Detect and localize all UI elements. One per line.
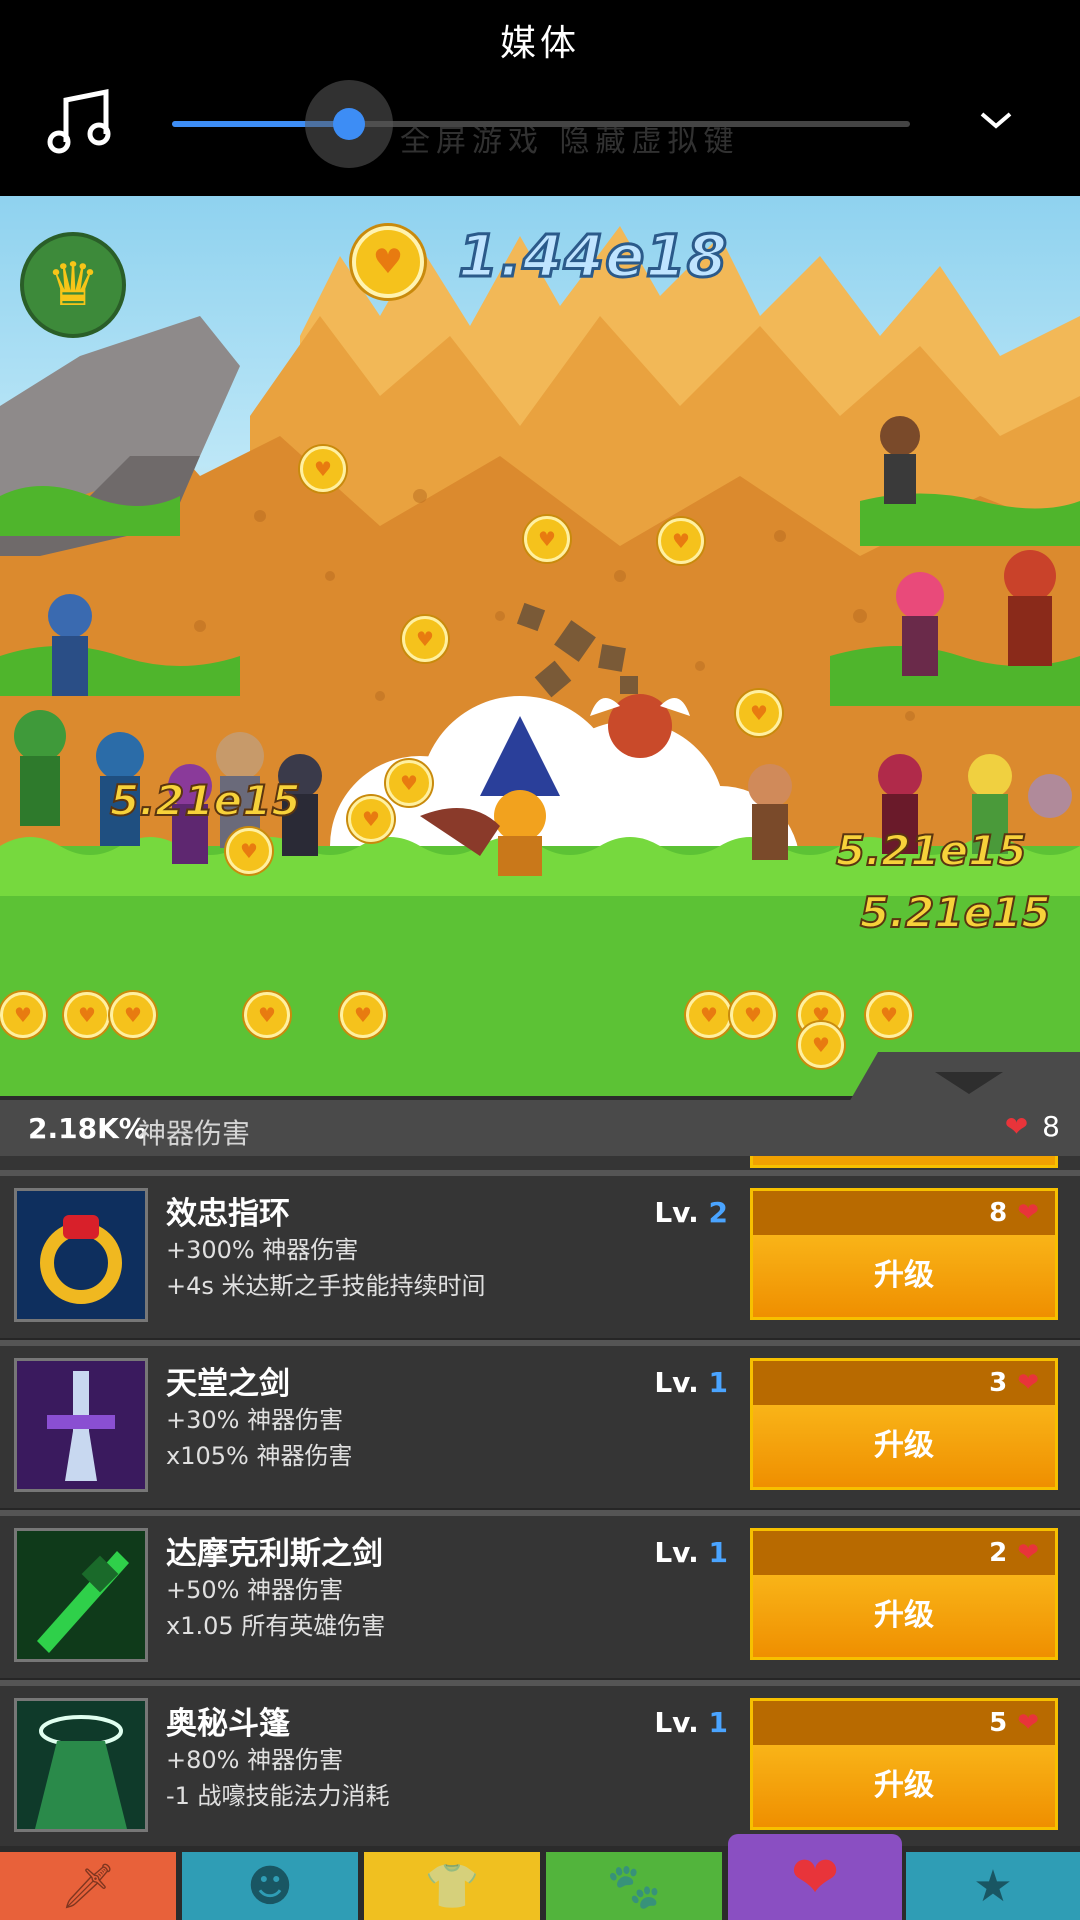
damage-popup: 5.21e15 [859,887,1052,938]
gold-coin-icon: ♥ [352,226,424,298]
artifact-effect: +80% 神器伤害 [166,1746,344,1774]
gold-coin[interactable]: ♥ [0,992,46,1038]
media-volume-panel: 媒体 全屏游戏 隐藏虚拟键 [0,0,1080,196]
upgrade-label: 升级 [753,1745,1055,1827]
volume-slider[interactable] [172,80,910,168]
crown-icon[interactable]: ♛ [20,232,126,338]
upgrade-button[interactable]: 3 ❤ 升级 [750,1358,1058,1490]
gold-coin[interactable]: ♥ [866,992,912,1038]
upgrade-cost: 2 ❤ [753,1531,1055,1575]
upgrade-cost: 3 ❤ [753,1361,1055,1405]
tab-heroes[interactable]: ☻ [182,1852,358,1920]
relic-heart-icon: ❤ [1017,1368,1039,1398]
damage-popup: 5.21e15 [109,775,302,826]
damage-popup: 5.21e15 [835,825,1028,876]
gold-coin[interactable]: ♥ [340,992,386,1038]
tab-shop[interactable]: ★ [906,1852,1080,1920]
pet-icon: 🐾 [606,1861,662,1912]
sword-artifact-icon [14,1358,148,1492]
artifact-summary-bar: 2.18K% 神器伤害 ❤ 8 [0,1100,1080,1156]
artifact-level: Lv. 2 [654,1196,728,1229]
canyon-background [0,226,1080,1096]
relic-count-value: 8 [1042,1110,1060,1143]
artifact-effect: x105% 神器伤害 [166,1442,353,1470]
artifact-row: 奥秘斗篷 +80% 神器伤害 -1 战嚎技能法力消耗 Lv. 1 5 ❤ 升级 [0,1680,1080,1846]
damocles-sword-icon [14,1528,148,1662]
upgrade-button[interactable]: 8 ❤ 升级 [750,1188,1058,1320]
gold-coin[interactable]: ♥ [736,690,782,736]
collapse-arrow-icon[interactable] [935,1072,1003,1094]
artifact-damage-label: 神器伤害 [138,1117,251,1150]
relic-heart-icon: ❤ [1017,1538,1039,1568]
artifact-effect: +50% 神器伤害 [166,1576,344,1604]
cloak-artifact-icon [14,1698,148,1832]
artifact-name: 奥秘斗篷 [166,1706,290,1742]
gold-coin[interactable]: ♥ [348,796,394,842]
artifact-name: 达摩克利斯之剑 [166,1536,383,1572]
tab-sword[interactable]: 🗡 [0,1852,176,1920]
gold-coin[interactable]: ♥ [402,616,448,662]
upgrade-button[interactable]: 2 ❤ 升级 [750,1528,1058,1660]
tab-pets[interactable]: 🐾 [546,1852,722,1920]
artifact-name: 天堂之剑 [166,1366,290,1402]
bottom-tab-bar: 🗡 ☻ 👕 🐾 ❤ ★ [0,1834,1080,1920]
upgrade-label: 升级 [753,1405,1055,1487]
relic-heart-icon: ❤ [1017,1708,1039,1738]
tab-artifacts[interactable]: ❤ [728,1834,902,1920]
gold-coin[interactable]: ♥ [686,992,732,1038]
gold-coin[interactable]: ♥ [300,446,346,492]
gold-coin[interactable]: ♥ [386,760,432,806]
tab-equipment[interactable]: 👕 [364,1852,540,1920]
upgrade-button-edge [750,1156,1058,1168]
relic-count: ❤ 8 [1005,1110,1060,1143]
star-icon: ★ [973,1860,1013,1912]
gold-coin[interactable]: ♥ [226,828,272,874]
gold-coin[interactable]: ♥ [524,516,570,562]
upgrade-button[interactable]: 5 ❤ 升级 [750,1698,1058,1830]
gold-coin[interactable]: ♥ [244,992,290,1038]
artifact-level: Lv. 1 [654,1366,728,1399]
list-item-partial [0,1156,1080,1170]
gold-coin[interactable]: ♥ [658,518,704,564]
artifact-effect: +4s 米达斯之手技能持续时间 [166,1272,486,1300]
artifact-name: 效忠指环 [166,1196,290,1232]
gold-amount: 1.44e18 [456,221,729,292]
artifact-effect: x1.05 所有英雄伤害 [166,1612,386,1640]
gold-coin[interactable]: ♥ [730,992,776,1038]
gold-coin[interactable]: ♥ [798,1022,844,1068]
gold-coin[interactable]: ♥ [110,992,156,1038]
ring-artifact-icon [14,1188,148,1322]
armor-icon: 👕 [424,1861,480,1912]
upgrade-label: 升级 [753,1235,1055,1317]
relic-heart-icon: ❤ [1017,1198,1039,1228]
volume-slider-thumb[interactable] [333,108,366,140]
artifact-heart-icon: ❤ [790,1843,840,1911]
artifact-row: 天堂之剑 +30% 神器伤害 x105% 神器伤害 Lv. 1 3 ❤ 升级 [0,1340,1080,1508]
artifact-level: Lv. 1 [654,1706,728,1739]
relic-heart-icon: ❤ [1004,1110,1029,1143]
artifact-effect: +30% 神器伤害 [166,1406,344,1434]
artifact-list[interactable]: 效忠指环 +300% 神器伤害 +4s 米达斯之手技能持续时间 Lv. 2 8 ❤… [0,1156,1080,1846]
game-scene[interactable]: ♛ ♥ 1.44e18 5.21e15 5.21e15 5.21e15 ♥ ♥ … [0,196,1080,1096]
hero-icon: ☻ [247,1860,293,1912]
artifact-level: Lv. 1 [654,1536,728,1569]
upgrade-cost: 8 ❤ [753,1191,1055,1235]
artifact-effect: +300% 神器伤害 [166,1236,359,1264]
music-note-icon [47,88,111,154]
artifact-effect: -1 战嚎技能法力消耗 [166,1782,390,1810]
gold-coin[interactable]: ♥ [64,992,110,1038]
sword-icon: 🗡 [60,1861,116,1912]
artifact-damage-value: 2.18K% [28,1112,147,1145]
upgrade-cost: 5 ❤ [753,1701,1055,1745]
artifact-row: 达摩克利斯之剑 +50% 神器伤害 x1.05 所有英雄伤害 Lv. 1 2 ❤ … [0,1510,1080,1678]
artifact-row: 效忠指环 +300% 神器伤害 +4s 米达斯之手技能持续时间 Lv. 2 8 ❤… [0,1170,1080,1338]
upgrade-label: 升级 [753,1575,1055,1657]
chevron-down-icon[interactable] [978,108,1014,132]
media-title: 媒体 [499,23,580,64]
